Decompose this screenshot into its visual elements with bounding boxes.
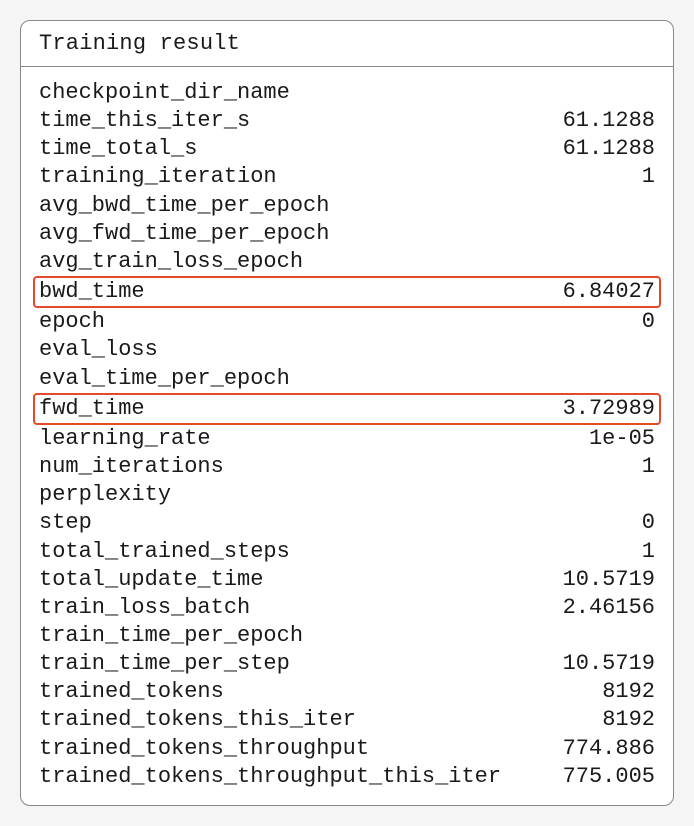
metric-key: fwd_time — [39, 395, 145, 423]
metric-value: 10.5719 — [563, 566, 655, 594]
metric-value: 2.46156 — [563, 594, 655, 622]
metric-key: trained_tokens — [39, 678, 224, 706]
metric-value: 6.84027 — [563, 278, 655, 306]
metric-key: perplexity — [39, 481, 171, 509]
metric-key: trained_tokens_throughput — [39, 735, 369, 763]
metric-key: step — [39, 509, 92, 537]
metric-value: 1 — [642, 453, 655, 481]
metric-key: trained_tokens_this_iter — [39, 706, 356, 734]
panel-body: checkpoint_dir_nametime_this_iter_s 61.12… — [21, 67, 673, 805]
metric-row: trained_tokens_throughput 774.886 — [39, 735, 655, 763]
metric-key: num_iterations — [39, 453, 224, 481]
metric-key: total_trained_steps — [39, 538, 290, 566]
metric-value: 61.1288 — [563, 135, 655, 163]
metric-row: fwd_time 3.72989 — [33, 393, 661, 425]
metric-row: training_iteration 1 — [39, 163, 655, 191]
metric-row: eval_time_per_epoch — [39, 365, 655, 393]
metric-key: checkpoint_dir_name — [39, 79, 290, 107]
metric-row: trained_tokens 8192 — [39, 678, 655, 706]
metric-key: trained_tokens_throughput_this_iter — [39, 763, 501, 791]
metric-key: eval_time_per_epoch — [39, 365, 290, 393]
metric-row: epoch 0 — [39, 308, 655, 336]
metric-key: learning_rate — [39, 425, 211, 453]
metric-row: trained_tokens_throughput_this_iter 775.0… — [39, 763, 655, 791]
metric-key: training_iteration — [39, 163, 277, 191]
metric-value: 10.5719 — [563, 650, 655, 678]
metric-row: num_iterations 1 — [39, 453, 655, 481]
metric-row: time_total_s 61.1288 — [39, 135, 655, 163]
metric-row: train_loss_batch 2.46156 — [39, 594, 655, 622]
metric-key: eval_loss — [39, 336, 158, 364]
metric-value: 61.1288 — [563, 107, 655, 135]
metric-key: train_time_per_step — [39, 650, 290, 678]
metric-key: train_time_per_epoch — [39, 622, 303, 650]
metric-row: perplexity — [39, 481, 655, 509]
metric-row: time_this_iter_s 61.1288 — [39, 107, 655, 135]
metric-value: 775.005 — [563, 763, 655, 791]
metric-row: train_time_per_epoch — [39, 622, 655, 650]
metric-row: avg_fwd_time_per_epoch — [39, 220, 655, 248]
metric-value: 0 — [642, 509, 655, 537]
training-result-panel: Training result checkpoint_dir_nametime_… — [20, 20, 674, 806]
metric-row: total_trained_steps 1 — [39, 538, 655, 566]
panel-title: Training result — [21, 21, 673, 67]
metric-row: trained_tokens_this_iter 8192 — [39, 706, 655, 734]
metric-key: avg_fwd_time_per_epoch — [39, 220, 329, 248]
metric-value: 1 — [642, 163, 655, 191]
metric-row: checkpoint_dir_name — [39, 79, 655, 107]
metric-key: total_update_time — [39, 566, 263, 594]
metrics-list: checkpoint_dir_nametime_this_iter_s 61.12… — [39, 79, 655, 791]
metric-key: avg_train_loss_epoch — [39, 248, 303, 276]
metric-value: 1e-05 — [589, 425, 655, 453]
metric-value: 0 — [642, 308, 655, 336]
metric-row: total_update_time 10.5719 — [39, 566, 655, 594]
metric-key: train_loss_batch — [39, 594, 250, 622]
metric-value: 8192 — [602, 678, 655, 706]
metric-row: avg_bwd_time_per_epoch — [39, 192, 655, 220]
metric-key: bwd_time — [39, 278, 145, 306]
metric-value: 1 — [642, 538, 655, 566]
metric-value: 774.886 — [563, 735, 655, 763]
metric-key: time_this_iter_s — [39, 107, 250, 135]
metric-row: bwd_time 6.84027 — [33, 276, 661, 308]
metric-key: time_total_s — [39, 135, 197, 163]
metric-row: train_time_per_step 10.5719 — [39, 650, 655, 678]
metric-value: 8192 — [602, 706, 655, 734]
metric-row: avg_train_loss_epoch — [39, 248, 655, 276]
metric-row: step 0 — [39, 509, 655, 537]
metric-row: eval_loss — [39, 336, 655, 364]
metric-key: avg_bwd_time_per_epoch — [39, 192, 329, 220]
metric-value: 3.72989 — [563, 395, 655, 423]
metric-row: learning_rate 1e-05 — [39, 425, 655, 453]
metric-key: epoch — [39, 308, 105, 336]
